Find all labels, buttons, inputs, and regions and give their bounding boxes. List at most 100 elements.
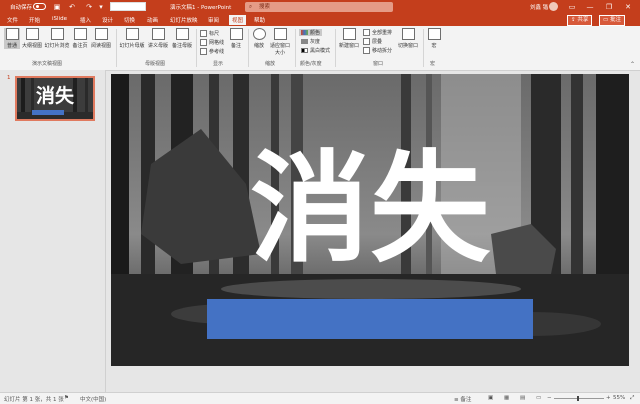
group-color: 颜色/灰度 <box>300 61 322 67</box>
cascade-button[interactable]: 层叠 <box>363 38 382 45</box>
move-split-button[interactable]: 移动拆分 <box>363 47 392 54</box>
slide-thumbnail-pane: 1 消失 <box>0 70 106 392</box>
tab-view[interactable]: 视图 <box>229 15 247 25</box>
status-bar: 幻灯片 第 1 张，共 1 张 ⚑ 中文(中国) ≡ 备注 ▣ ▦ ▤ ▭ − … <box>0 392 640 404</box>
guides-checkbox[interactable]: 参考线 <box>200 48 224 55</box>
tab-home[interactable]: 开始 <box>29 16 40 24</box>
tab-insert[interactable]: 插入 <box>80 16 91 24</box>
search-box[interactable]: ⌕ 搜索 <box>245 2 393 12</box>
redo-icon[interactable]: ↷ <box>84 2 94 12</box>
restore-button[interactable]: ❐ <box>603 1 615 13</box>
grayscale-option[interactable]: 灰度 <box>301 38 320 45</box>
switch-window-button[interactable]: 切换窗口 <box>396 28 420 49</box>
ribbon-display-icon[interactable]: ▭ <box>566 1 578 13</box>
arrange-all-icon <box>363 29 370 36</box>
gridlines-checkbox[interactable]: 网格线 <box>200 39 224 46</box>
tab-transitions[interactable]: 切换 <box>124 16 135 24</box>
tab-review[interactable]: 审阅 <box>208 16 219 24</box>
normal-view-status-icon[interactable]: ▣ <box>488 395 493 401</box>
notes-master-label: 备注母版 <box>171 43 192 49</box>
comments-button[interactable]: ▭ 批注 <box>599 15 625 26</box>
slide-thumbnail[interactable]: 消失 <box>15 76 95 121</box>
reading-view-status-icon[interactable]: ▤ <box>520 395 525 401</box>
grayscale-label: 灰度 <box>310 39 321 45</box>
zoom-level[interactable]: 55% <box>613 395 625 401</box>
zoom-in-button[interactable]: + <box>606 395 611 401</box>
ruler-checkbox[interactable]: 标尺 <box>200 30 219 37</box>
thumbnail-blue-bar <box>32 110 64 115</box>
share-button[interactable]: ⇪ 共享 <box>567 15 593 26</box>
tab-slideshow[interactable]: 幻灯片放映 <box>170 16 198 24</box>
ribbon: 普通 大纲视图 幻灯片浏览 备注页 阅读视图 演示文稿视图 幻灯片母版 讲义母版… <box>0 26 640 71</box>
font-box[interactable] <box>110 2 146 11</box>
tab-help[interactable]: 帮助 <box>254 16 265 24</box>
black-white-label: 黑白模式 <box>310 48 331 54</box>
avatar[interactable] <box>549 2 558 11</box>
fit-to-window-button[interactable]: 适应窗口大小 <box>268 28 292 56</box>
color-option[interactable]: 颜色 <box>299 29 323 36</box>
arrange-all-button[interactable]: 全部重排 <box>363 29 392 36</box>
notes-toggle[interactable]: ≡ 备注 <box>454 395 471 403</box>
thumbnail-title: 消失 <box>35 85 74 107</box>
notes-page-icon <box>73 28 87 40</box>
sorter-view-status-icon[interactable]: ▦ <box>504 395 509 401</box>
reading-view-button[interactable]: 阅读视图 <box>90 28 112 49</box>
notes-page-label: 备注页 <box>72 43 88 49</box>
group-macro: 宏 <box>430 61 436 67</box>
fit-to-window-icon <box>273 28 287 40</box>
notes-button[interactable]: 备注 <box>229 28 243 49</box>
handout-master-button[interactable]: 讲义母版 <box>147 28 169 49</box>
handout-master-icon <box>151 28 165 40</box>
share-label: 共享 <box>577 17 589 23</box>
tab-animations[interactable]: 动画 <box>147 16 158 24</box>
normal-view-button[interactable]: 普通 <box>4 28 20 49</box>
checkbox-box <box>200 30 207 37</box>
minimize-button[interactable]: — <box>584 1 596 13</box>
normal-view-label: 普通 <box>6 43 17 49</box>
zoom-slider-handle[interactable] <box>577 396 579 401</box>
slide-counter: 幻灯片 第 1 张，共 1 张 <box>4 397 64 403</box>
notes-master-button[interactable]: 备注母版 <box>171 28 193 49</box>
grayscale-swatch-icon <box>301 39 308 44</box>
save-icon[interactable]: ▣ <box>52 2 62 12</box>
new-window-icon <box>342 28 356 40</box>
autosave-toggle[interactable] <box>33 3 46 10</box>
reading-view-icon <box>94 28 108 40</box>
share-icon: ⇪ <box>571 17 576 23</box>
slide-canvas[interactable]: 消失 <box>111 74 629 366</box>
user-name[interactable]: 刘鑫 锴 <box>530 3 548 11</box>
undo-icon[interactable]: ↶ <box>67 2 77 12</box>
zoom-out-button[interactable]: − <box>547 395 552 401</box>
notes-page-button[interactable]: 备注页 <box>72 28 88 49</box>
blue-rectangle-shape[interactable] <box>207 299 533 339</box>
checkbox-box <box>200 48 207 55</box>
notes-label: 备注 <box>230 43 241 49</box>
tab-design[interactable]: 设计 <box>102 16 113 24</box>
fit-slide-icon[interactable]: ⤢ <box>630 395 634 402</box>
language-indicator[interactable]: 中文(中国) <box>80 395 106 403</box>
slideshow-status-icon[interactable]: ▭ <box>536 395 541 401</box>
zoom-slider[interactable] <box>554 398 604 399</box>
cascade-label: 层叠 <box>372 39 383 45</box>
black-white-swatch-icon <box>301 48 308 53</box>
close-button[interactable]: ✕ <box>622 1 634 13</box>
tab-islide[interactable]: iSlide <box>52 16 67 22</box>
ribbon-divider <box>335 29 336 67</box>
zoom-button[interactable]: 缩放 <box>252 28 266 49</box>
accessibility-icon[interactable]: ⚑ <box>64 395 69 401</box>
macros-button[interactable]: 宏 <box>427 28 441 49</box>
new-window-button[interactable]: 新建窗口 <box>338 28 360 49</box>
black-white-option[interactable]: 黑白模式 <box>301 47 330 54</box>
search-icon: ⌕ <box>249 4 253 10</box>
slide-master-button[interactable]: 幻灯片母版 <box>119 28 145 49</box>
slide-number: 1 <box>7 75 11 81</box>
notes-icon <box>229 28 243 40</box>
group-master-views: 母版视图 <box>145 61 166 67</box>
slide-sorter-button[interactable]: 幻灯片浏览 <box>44 28 70 49</box>
checkbox-box <box>200 39 207 46</box>
tab-file[interactable]: 文件 <box>7 16 18 24</box>
quick-access-menu-icon[interactable]: ▾ <box>96 2 106 12</box>
outline-view-button[interactable]: 大纲视图 <box>22 28 42 49</box>
collapse-ribbon-icon[interactable]: ⌃ <box>630 61 635 68</box>
slide-title[interactable]: 消失 <box>111 134 629 284</box>
